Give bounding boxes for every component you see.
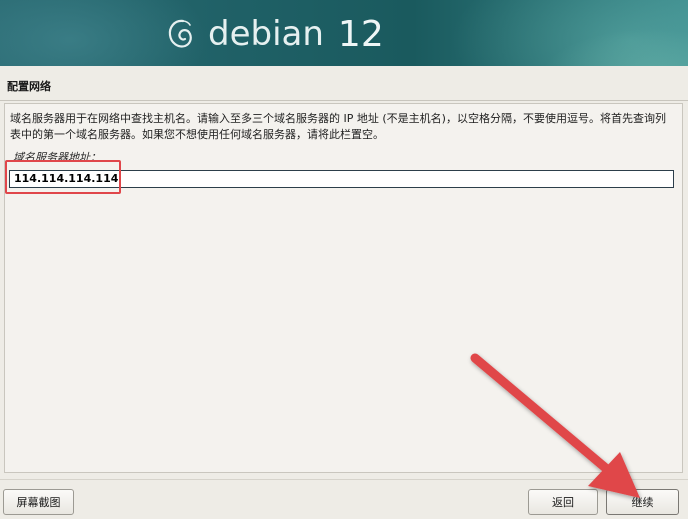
screenshot-button[interactable]: 屏幕截图 [3, 489, 74, 515]
content-panel: 域名服务器用于在网络中查找主机名。请输入至多三个域名服务器的 IP 地址 (不是… [4, 103, 683, 473]
debian-logo: debian 12 [166, 12, 384, 56]
annotation-highlight-box [5, 160, 121, 194]
page-title: 配置网络 [7, 80, 51, 93]
debian-swirl-icon [168, 19, 192, 48]
help-text: 域名服务器用于在网络中查找主机名。请输入至多三个域名服务器的 IP 地址 (不是… [10, 112, 666, 141]
continue-button[interactable]: 继续 [606, 489, 679, 515]
version-number: 12 [337, 13, 384, 55]
header-banner: debian 12 [0, 0, 688, 66]
footer-divider [0, 479, 688, 480]
back-button[interactable]: 返回 [528, 489, 598, 515]
logo-wordmark: debian [208, 14, 324, 54]
installer-window: debian 12 配置网络 域名服务器用于在网络中查找主机名。请输入至多三个域… [0, 0, 688, 519]
header-divider [0, 100, 688, 101]
